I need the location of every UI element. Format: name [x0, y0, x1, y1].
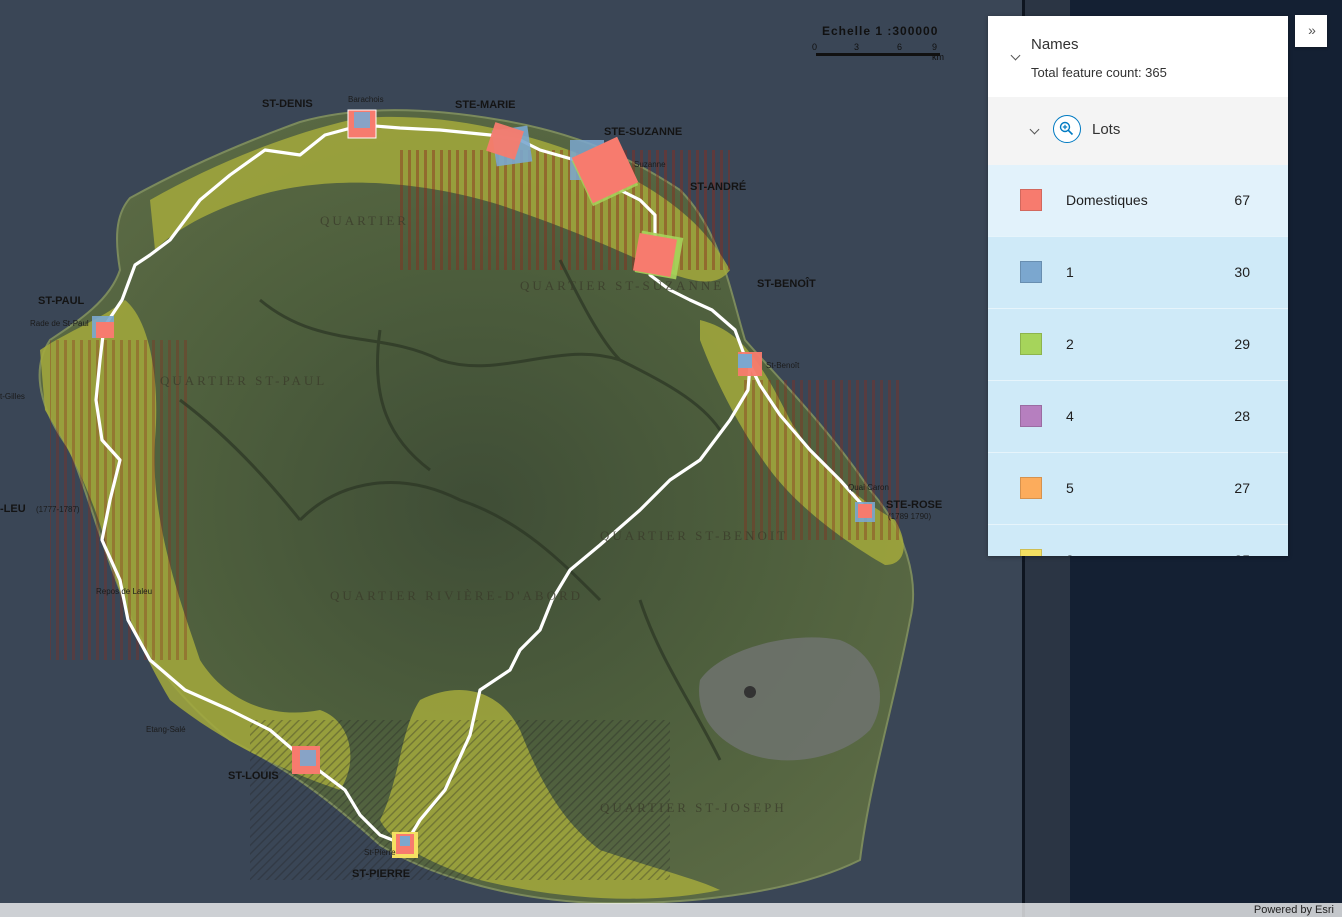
town-label-st-denis: ST-DENIS — [262, 98, 313, 110]
chevron-down-icon[interactable] — [1010, 50, 1021, 61]
legend-row-count: 28 — [1234, 408, 1250, 424]
place-label-rade-st-paul: Rade de St-Paul — [30, 319, 89, 328]
hatch-west — [50, 340, 190, 660]
attribution-text: Powered by Esri — [1253, 904, 1334, 916]
legend-swatch — [1020, 477, 1042, 499]
legend-row[interactable]: 1 30 — [988, 237, 1288, 309]
town-label-ste-rose: STE-ROSE — [886, 499, 942, 511]
place-label-suzanne: Suzanne — [634, 160, 666, 169]
town-label-st-leu: -LEU — [0, 503, 26, 515]
legend-row-count: 30 — [1234, 264, 1250, 280]
town-label-ste-marie: STE-MARIE — [455, 99, 516, 111]
legend-panel: Names Total feature count: 365 Lots Dome… — [988, 16, 1288, 556]
scale-tick-6: 6 — [897, 42, 903, 52]
place-label-st-leu-date: (1777-1787) — [36, 505, 80, 514]
quartier-label-st-paul: QUARTIER ST-PAUL — [160, 373, 327, 388]
legend-row-label: 5 — [1066, 480, 1074, 496]
quartier-label-st-denis: QUARTIER — [320, 213, 409, 228]
place-label-st-gilles: t-Gilles — [0, 392, 25, 401]
town-label-ste-suzanne: STE-SUZANNE — [604, 126, 682, 138]
legend-swatch — [1020, 261, 1042, 283]
legend-swatch — [1020, 549, 1042, 556]
legend-row-label: 4 — [1066, 408, 1074, 424]
legend-swatch — [1020, 189, 1042, 211]
place-label-quai-caron: Quai Caron — [848, 483, 889, 492]
chevron-down-icon[interactable] — [1029, 124, 1040, 135]
scale-bar — [816, 53, 940, 56]
legend-row-count: 67 — [1234, 192, 1250, 208]
legend-row[interactable]: 2 29 — [988, 309, 1288, 381]
legend-swatch — [1020, 333, 1042, 355]
legend-row[interactable]: 3 25 — [988, 525, 1288, 556]
scale-title: Echelle 1 :300000 — [822, 24, 939, 38]
place-label-st-pierre-small: St-Pierre — [364, 848, 396, 857]
legend-rows: Domestiques 67 1 30 2 29 4 28 5 27 3 25 — [988, 165, 1288, 556]
legend-row-label: 3 — [1066, 552, 1074, 556]
place-label-ste-rose-date: (1789 1790) — [888, 512, 931, 521]
town-label-st-andre: ST-ANDRÉ — [690, 180, 746, 193]
zoom-to-icon[interactable] — [1053, 115, 1081, 143]
legend-row-label: 1 — [1066, 264, 1074, 280]
legend-row-label: Domestiques — [1066, 192, 1148, 208]
place-label-etang-sale: Etang-Salé — [146, 725, 186, 734]
legend-layer-header[interactable]: Names Total feature count: 365 — [988, 16, 1288, 97]
legend-group-lots[interactable]: Lots — [988, 97, 1288, 165]
quartier-label-st-benoit: QUARTIER ST-BENOIT — [600, 528, 788, 543]
legend-row-count: 27 — [1234, 480, 1250, 496]
scale-tick-9: 9 km — [932, 42, 944, 62]
legend-layer-title: Names — [1031, 36, 1079, 53]
double-chevron-right-icon: » — [1308, 22, 1316, 38]
place-label-st-benoit-small: St-Benoît — [766, 361, 800, 370]
place-label-repos-laleu: Repos de Laleu — [96, 587, 152, 596]
attribution-bar: Powered by Esri — [0, 903, 1342, 917]
legend-group-label: Lots — [1092, 121, 1121, 138]
legend-row-label: 2 — [1066, 336, 1074, 352]
town-label-st-benoit: ST-BENOÎT — [757, 277, 816, 290]
quartier-label-st-suzanne: QUARTIER ST-SUZANNE — [520, 278, 724, 293]
legend-row-count: 29 — [1234, 336, 1250, 352]
place-label-barachois: Barachois — [348, 95, 384, 104]
scale-tick-3: 3 — [854, 42, 860, 52]
quartier-label-st-joseph: QUARTIER ST-JOSEPH — [600, 800, 787, 815]
town-label-st-paul: ST-PAUL — [38, 295, 85, 307]
legend-swatch — [1020, 405, 1042, 427]
quartier-label-riviere: QUARTIER RIVIÈRE-D'ABORD — [330, 588, 583, 603]
collapse-legend-button[interactable]: » — [1295, 15, 1327, 47]
legend-feature-count: Total feature count: 365 — [1031, 65, 1167, 80]
legend-row[interactable]: 5 27 — [988, 453, 1288, 525]
town-label-st-pierre: ST-PIERRE — [352, 868, 410, 880]
scale-tick-0: 0 — [812, 42, 818, 52]
legend-row-count: 25 — [1234, 552, 1250, 556]
volcano-crater — [744, 686, 756, 698]
legend-row[interactable]: 4 28 — [988, 381, 1288, 453]
legend-row[interactable]: Domestiques 67 — [988, 165, 1288, 237]
town-label-st-louis: ST-LOUIS — [228, 770, 279, 782]
